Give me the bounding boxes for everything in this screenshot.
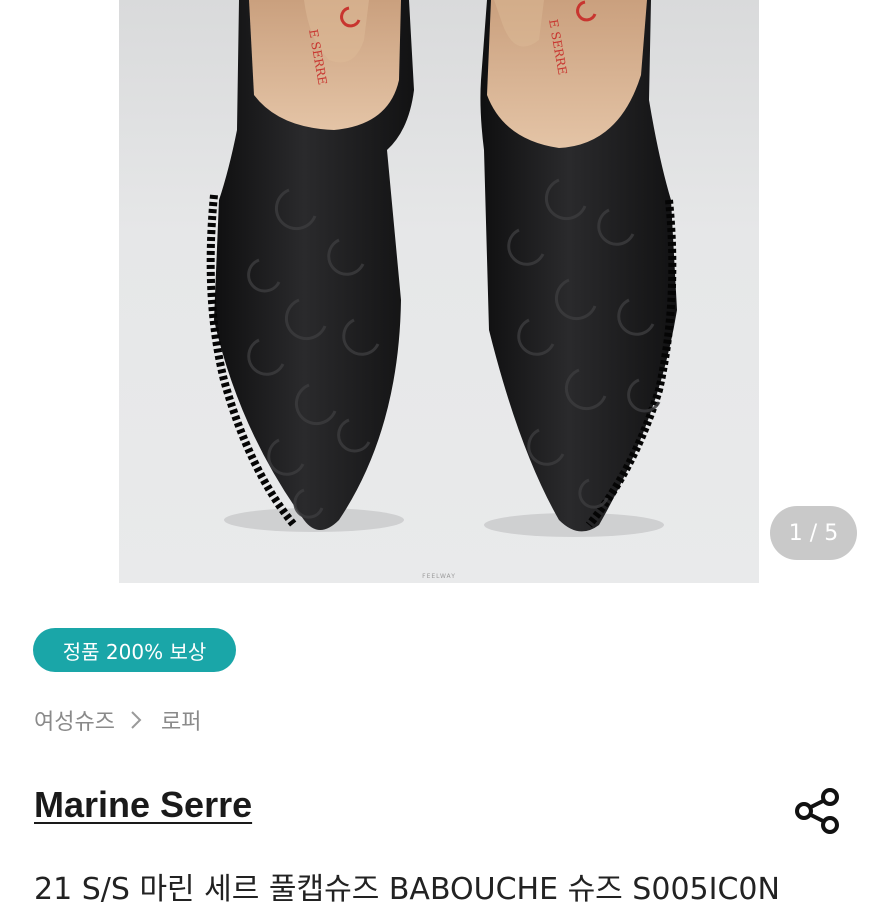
breadcrumb-item-subcategory[interactable]: 로퍼 xyxy=(161,704,201,736)
product-photo[interactable]: E SERRE E SERRE FEELWAY xyxy=(119,0,759,583)
authenticity-badge[interactable]: 정품 200% 보상 xyxy=(33,628,236,672)
share-icon[interactable] xyxy=(793,786,843,836)
image-counter: 1 / 5 xyxy=(770,506,857,560)
product-image-gallery[interactable]: E SERRE E SERRE FEELWAY 1 / 5 xyxy=(0,0,879,600)
watermark: FEELWAY xyxy=(422,573,456,580)
brand-link[interactable]: Marine Serre xyxy=(34,784,252,826)
breadcrumb-item-category[interactable]: 여성슈즈 xyxy=(34,704,115,736)
product-title: 21 S/S 마린 세르 풀캡슈즈 BABOUCHE 슈즈 S005IC0N xyxy=(34,872,780,907)
shoe-illustration: E SERRE E SERRE xyxy=(206,0,677,537)
breadcrumb: 여성슈즈 로퍼 xyxy=(34,704,201,736)
chevron-right-icon xyxy=(129,709,143,731)
